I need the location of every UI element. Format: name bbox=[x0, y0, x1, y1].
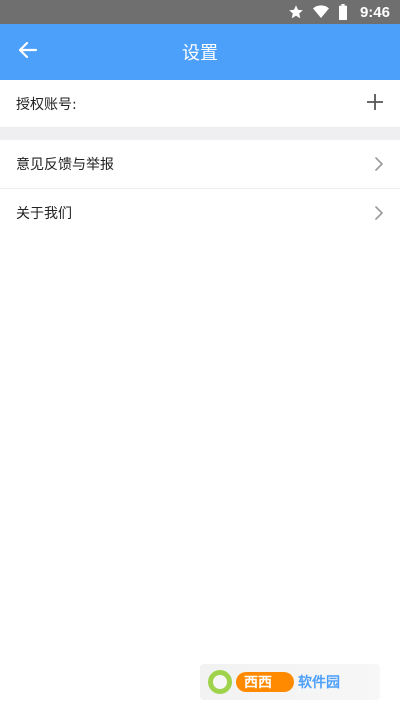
plus-icon bbox=[366, 93, 384, 115]
battery-icon bbox=[338, 4, 348, 20]
authorized-account-row: 授权账号: bbox=[0, 80, 400, 128]
status-time: 9:46 bbox=[359, 3, 390, 21]
chevron-right-icon bbox=[374, 205, 384, 221]
about-us-label: 关于我们 bbox=[16, 206, 72, 222]
arrow-left-icon bbox=[18, 40, 38, 64]
status-icons: 9:46 bbox=[288, 4, 390, 21]
star-icon bbox=[288, 4, 304, 20]
page-title: 设置 bbox=[182, 43, 218, 64]
watermark-logo: 西西 软件园 bbox=[200, 664, 380, 700]
chevron-right-icon bbox=[374, 156, 384, 172]
status-bar: 9:46 bbox=[0, 0, 400, 24]
back-button[interactable] bbox=[14, 38, 42, 66]
feedback-report-row[interactable]: 意见反馈与举报 bbox=[0, 140, 400, 188]
feedback-report-label: 意见反馈与举报 bbox=[16, 157, 114, 173]
add-account-button[interactable] bbox=[366, 93, 384, 115]
wifi-icon bbox=[312, 4, 330, 20]
svg-text:软件园: 软件园 bbox=[298, 674, 340, 691]
section-divider bbox=[0, 128, 400, 140]
svg-text:西西: 西西 bbox=[244, 675, 272, 691]
about-us-row[interactable]: 关于我们 bbox=[0, 189, 400, 237]
authorized-account-label: 授权账号: bbox=[16, 96, 77, 113]
app-bar: 设置 bbox=[0, 24, 400, 80]
